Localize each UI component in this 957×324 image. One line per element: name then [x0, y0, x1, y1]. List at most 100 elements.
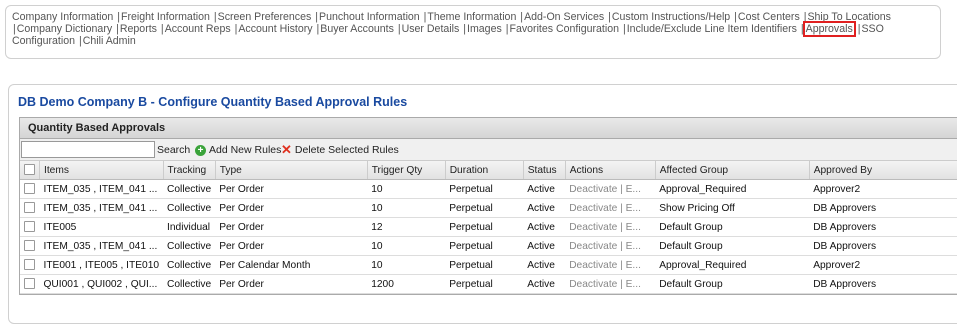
actions-cell[interactable]: Deactivate | E...	[565, 217, 656, 237]
nav-link-account-reps[interactable]: Account Reps	[165, 23, 231, 35]
tracking-cell: Collective	[163, 236, 216, 256]
table-row[interactable]: ITE005 Individual Per Order 12 Perpetual Acti…	[20, 217, 957, 237]
duration-cell: Perpetual	[445, 274, 524, 294]
status-cell: Active	[523, 236, 566, 256]
column-header-approved-by[interactable]: Approved By	[809, 161, 957, 180]
row-select-cell[interactable]	[20, 255, 40, 275]
delete-icon: ✕	[281, 142, 292, 157]
nav-link-add-on-services[interactable]: Add-On Services	[524, 11, 604, 23]
delete-selected-rules-button[interactable]: ✕ Delete Selected Rules	[281, 142, 399, 157]
nav-link-buyer-accounts[interactable]: Buyer Accounts	[320, 23, 394, 35]
table-header-row: Items Tracking Type Trigger Qty Duration…	[20, 161, 957, 180]
affected-group-cell: Approval_Required	[655, 255, 810, 275]
row-select-cell[interactable]	[20, 179, 40, 199]
items-cell: ITE001 , ITE005 , ITE010	[39, 255, 164, 275]
duration-cell: Perpetual	[445, 236, 524, 256]
approved-by-cell: DB Approvers	[809, 217, 957, 237]
actions-cell[interactable]: Deactivate | E...	[565, 198, 656, 218]
row-checkbox[interactable]	[24, 240, 35, 252]
trigger-qty-cell: 10	[367, 198, 446, 218]
nav-link-approvals[interactable]: Approvals	[802, 21, 856, 37]
row-select-cell[interactable]	[20, 198, 40, 218]
table-row[interactable]: QUI001 , QUI002 , QUI... Collective Per Or…	[20, 274, 957, 294]
trigger-qty-cell: 10	[367, 179, 446, 199]
actions-cell[interactable]: Deactivate | E...	[565, 274, 656, 294]
status-cell: Active	[523, 274, 566, 294]
actions-cell[interactable]: Deactivate | E...	[565, 255, 656, 275]
table-row[interactable]: ITE001 , ITE005 , ITE010 Collective Per Ca…	[20, 255, 957, 275]
affected-group-cell: Default Group	[655, 274, 810, 294]
status-cell: Active	[523, 198, 566, 218]
table-row[interactable]: ITEM_035 , ITEM_041 ... Collective Per Ord…	[20, 198, 957, 218]
items-cell: ITEM_035 , ITEM_041 ...	[39, 198, 164, 218]
status-cell: Active	[523, 179, 566, 199]
status-cell: Active	[523, 255, 566, 275]
delete-selected-rules-label: Delete Selected Rules	[294, 144, 399, 156]
rules-table: Items Tracking Type Trigger Qty Duration…	[20, 161, 957, 294]
row-checkbox[interactable]	[24, 278, 35, 290]
nav-link-favorites-configuration[interactable]: Favorites Configuration	[509, 23, 619, 35]
actions-cell[interactable]: Deactivate | E...	[565, 179, 656, 199]
row-checkbox[interactable]	[24, 259, 35, 271]
trigger-qty-cell: 10	[367, 236, 446, 256]
table-row[interactable]: ITEM_035 , ITEM_041 ... Collective Per Ord…	[20, 236, 957, 256]
search-input[interactable]	[21, 141, 155, 158]
tracking-cell: Collective	[163, 274, 216, 294]
nav-link-screen-preferences[interactable]: Screen Preferences	[218, 11, 312, 23]
column-header-status[interactable]: Status	[523, 161, 566, 180]
approved-by-cell: DB Approvers	[809, 274, 957, 294]
nav-link-theme-information[interactable]: Theme Information	[427, 11, 516, 23]
add-new-rules-label: Add New Rules	[209, 144, 282, 156]
row-checkbox[interactable]	[24, 183, 35, 195]
row-select-cell[interactable]	[20, 274, 40, 294]
nav-link-user-details[interactable]: User Details	[402, 23, 460, 35]
column-header-tracking[interactable]: Tracking	[163, 161, 216, 180]
nav-link-freight-information[interactable]: Freight Information	[121, 11, 210, 23]
search-button[interactable]: Search	[157, 144, 190, 156]
approval-rules-panel: DB Demo Company B - Configure Quantity B…	[8, 84, 957, 324]
tracking-cell: Individual	[163, 217, 216, 237]
nav-separator: |	[800, 23, 804, 35]
add-new-rules-button[interactable]: + Add New Rules	[195, 144, 281, 156]
nav-link-reports[interactable]: Reports	[120, 23, 157, 35]
nav-link-account-history[interactable]: Account History	[238, 23, 312, 35]
column-header-duration[interactable]: Duration	[445, 161, 524, 180]
column-header-trigger-qty[interactable]: Trigger Qty	[367, 161, 446, 180]
nav-link-punchout-information[interactable]: Punchout Information	[319, 11, 420, 23]
nav-link-company-dictionary[interactable]: Company Dictionary	[17, 23, 112, 35]
approved-by-cell: DB Approvers	[809, 198, 957, 218]
nav-link-chili-admin[interactable]: Chili Admin	[83, 35, 136, 47]
nav-link-cost-centers[interactable]: Cost Centers	[738, 11, 800, 23]
nav-link-custom-instructions-help[interactable]: Custom Instructions/Help	[612, 11, 730, 23]
type-cell: Per Order	[215, 217, 368, 237]
column-header-actions[interactable]: Actions	[565, 161, 656, 180]
nav-link-images[interactable]: Images	[467, 23, 502, 35]
status-cell: Active	[523, 217, 566, 237]
nav-link-include-exclude-line-item-identifiers[interactable]: Include/Exclude Line Item Identifiers	[627, 23, 797, 35]
affected-group-cell: Default Group	[655, 217, 810, 237]
approvals-grid: Quantity Based Approvals Search + Add Ne…	[19, 117, 957, 295]
row-checkbox[interactable]	[24, 221, 35, 233]
row-select-cell[interactable]	[20, 217, 40, 237]
column-header-affected-group[interactable]: Affected Group	[655, 161, 810, 180]
nav-link-ship-to-locations[interactable]: Ship To Locations	[807, 11, 890, 23]
add-icon: +	[195, 144, 206, 156]
row-select-cell[interactable]	[20, 236, 40, 256]
items-cell: ITEM_035 , ITEM_041 ...	[39, 236, 164, 256]
column-header-items[interactable]: Items	[39, 161, 164, 180]
type-cell: Per Calendar Month	[215, 255, 368, 275]
items-cell: ITEM_035 , ITEM_041 ...	[39, 179, 164, 199]
actions-cell[interactable]: Deactivate | E...	[565, 236, 656, 256]
select-all-cell[interactable]	[20, 161, 40, 180]
affected-group-cell: Approval_Required	[655, 179, 810, 199]
table-row[interactable]: ITEM_035 , ITEM_041 ... Collective Per Ord…	[20, 179, 957, 199]
column-header-type[interactable]: Type	[215, 161, 368, 180]
items-cell: QUI001 , QUI002 , QUI...	[39, 274, 164, 294]
approved-by-cell: DB Approvers	[809, 236, 957, 256]
affected-group-cell: Default Group	[655, 236, 810, 256]
row-checkbox[interactable]	[24, 202, 35, 214]
select-all-checkbox[interactable]	[24, 164, 35, 176]
nav-link-company-information[interactable]: Company Information	[12, 11, 113, 23]
tracking-cell: Collective	[163, 179, 216, 199]
trigger-qty-cell: 10	[367, 255, 446, 275]
